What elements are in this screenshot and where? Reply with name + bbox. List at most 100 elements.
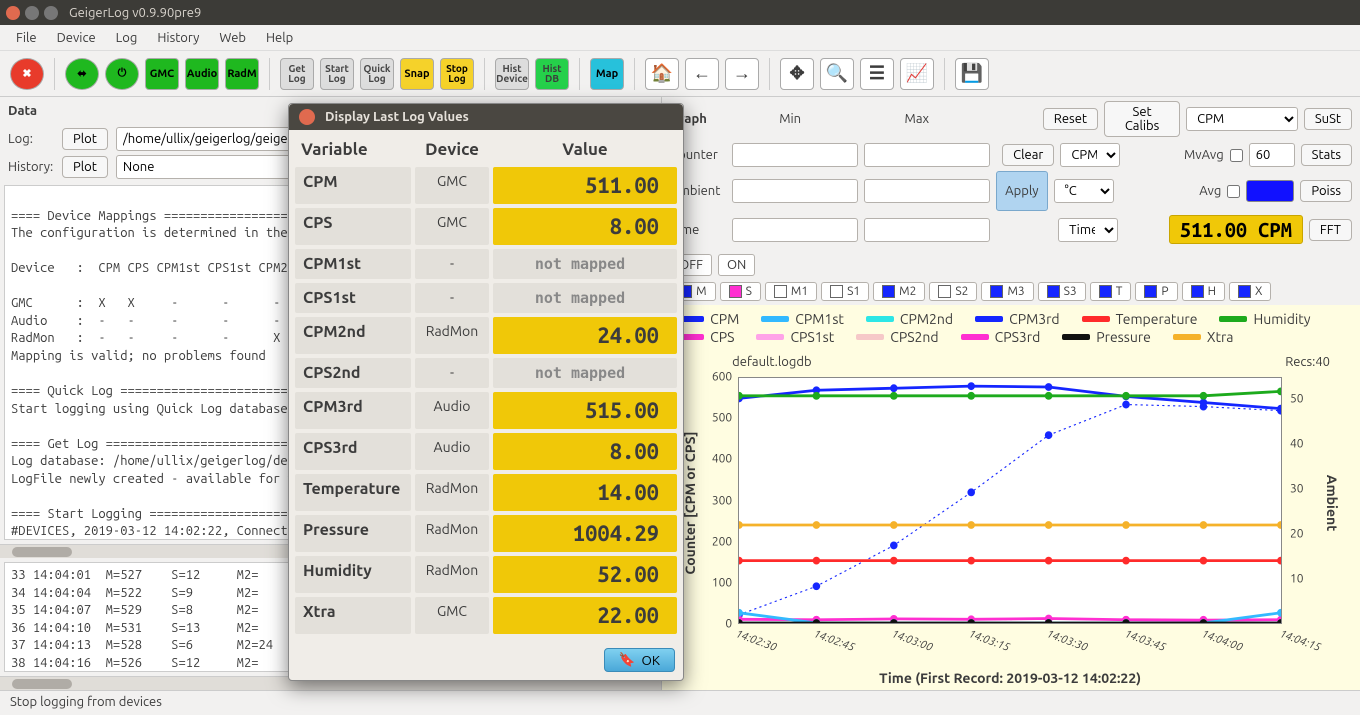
sust-button[interactable]: SuSt (1304, 108, 1352, 130)
quick-log-button[interactable]: QuickLog (360, 58, 394, 90)
pan-icon[interactable]: ✥ (780, 58, 814, 90)
legend-temperature: Temperature (1082, 311, 1198, 327)
series-toggle-m3[interactable]: M3 (981, 282, 1033, 301)
window-close-icon[interactable] (6, 6, 20, 20)
avg-color-swatch[interactable] (1246, 180, 1294, 202)
avg-label: Avg (1199, 184, 1221, 198)
series-toggle-x[interactable]: X (1229, 282, 1271, 301)
y-right-label: Ambient (1324, 453, 1340, 553)
legend-humidity: Humidity (1219, 311, 1310, 327)
sliders-icon[interactable]: ☰ (860, 58, 894, 90)
series-toggle-s1[interactable]: S1 (821, 282, 869, 301)
ambient-max-input[interactable] (864, 179, 990, 203)
start-log-button[interactable]: StartLog (320, 58, 354, 90)
hist-device-button[interactable]: HistDevice (495, 58, 529, 90)
legend-cpm3rd: CPM3rd (975, 311, 1060, 327)
home-icon[interactable]: 🏠 (645, 58, 679, 90)
fft-button[interactable]: FFT (1309, 219, 1352, 241)
plot-log-button[interactable]: Plot (62, 128, 108, 150)
value-row-pressure: PressureRadMon1004.29 (295, 515, 677, 552)
menubar: FileDeviceLogHistoryWebHelp (0, 25, 1360, 51)
mvavg-checkbox[interactable] (1230, 149, 1243, 162)
ambient-min-input[interactable] (732, 179, 858, 203)
series-toggle-s2[interactable]: S2 (929, 282, 977, 301)
chart-plot[interactable] (738, 377, 1282, 624)
mvavg-value-input[interactable] (1249, 143, 1295, 167)
value-row-cps3rd: CPS3rdAudio8.00 (295, 433, 677, 470)
time-max-input[interactable] (864, 218, 990, 242)
time-unit-select[interactable]: Time (1058, 218, 1118, 242)
map-button[interactable]: Map (590, 58, 624, 90)
series-toggle-m1[interactable]: M1 (765, 282, 817, 301)
menu-log[interactable]: Log (106, 29, 148, 47)
temp-unit-select[interactable]: °C (1054, 179, 1114, 203)
series-toggle-t[interactable]: T (1090, 282, 1132, 301)
min-label: Min (730, 112, 851, 126)
window-maximize-icon[interactable] (44, 6, 58, 20)
max-label: Max (856, 112, 977, 126)
counter-min-input[interactable] (732, 143, 858, 167)
value-row-cps2nd: CPS2nd-not mapped (295, 358, 677, 388)
legend-cps1st: CPS1st (756, 329, 834, 345)
stop-log-button[interactable]: StopLog (440, 58, 474, 90)
poiss-button[interactable]: Poiss (1300, 180, 1352, 202)
menu-help[interactable]: Help (256, 29, 303, 47)
save-icon[interactable]: 💾 (955, 58, 989, 90)
col-variable: Variable (295, 136, 411, 163)
window-titlebar: GeigerLog v0.9.90pre9 (0, 0, 1360, 25)
zoom-icon[interactable]: 🔍 (820, 58, 854, 90)
cpm-unit-select[interactable]: CPM (1060, 143, 1120, 167)
gmc-button[interactable]: GMC (145, 58, 179, 90)
stats-button[interactable]: Stats (1301, 144, 1352, 166)
chart-icon[interactable]: 📈 (900, 58, 934, 90)
value-row-cps1st: CPS1st-not mapped (295, 283, 677, 313)
series-toggle-p[interactable]: P (1135, 282, 1177, 301)
time-min-input[interactable] (732, 218, 858, 242)
get-log-button[interactable]: GetLog (280, 58, 314, 90)
menu-file[interactable]: File (6, 29, 47, 47)
quit-button[interactable]: ✖ (10, 58, 44, 90)
status-text: Stop logging from devices (10, 695, 162, 709)
back-icon[interactable]: ← (685, 58, 719, 90)
apply-button[interactable]: Apply (996, 171, 1047, 211)
menu-history[interactable]: History (147, 29, 209, 47)
connect-button[interactable]: ⬌ (65, 58, 99, 90)
series-toggle-h[interactable]: H (1182, 282, 1225, 301)
menu-device[interactable]: Device (47, 29, 106, 47)
dialog-close-icon[interactable] (299, 109, 315, 125)
series-on-button[interactable]: ON (718, 254, 755, 276)
status-bar: Stop logging from devices (0, 690, 1360, 715)
series-toggle-s[interactable]: S (720, 282, 761, 301)
toolbar: ✖ ⬌ ⏻ GMC Audio RadM GetLog StartLog Qui… (0, 51, 1360, 97)
audio-button[interactable]: Audio (185, 58, 219, 90)
history-label: History: (8, 160, 54, 174)
menu-web[interactable]: Web (209, 29, 256, 47)
cpm-metric-select[interactable]: CPM (1186, 107, 1298, 131)
value-row-cpm3rd: CPM3rdAudio515.00 (295, 392, 677, 429)
radm-button[interactable]: RadM (225, 58, 259, 90)
series-toggle-row: OFF ON MSM1S1M2S2M3S3TPHX (662, 250, 1360, 305)
log-label: Log: (8, 132, 54, 146)
set-calibs-button[interactable]: Set Calibs (1104, 101, 1180, 137)
plot-history-button[interactable]: Plot (62, 156, 108, 178)
power-button[interactable]: ⏻ (105, 58, 139, 90)
legend-cps3rd: CPS3rd (961, 329, 1041, 345)
reset-button[interactable]: Reset (1043, 108, 1098, 130)
value-row-xtra: XtraGMC22.00 (295, 597, 677, 634)
ok-icon: 🔖 (619, 652, 636, 668)
value-row-cpm: CPMGMC511.00 (295, 167, 677, 204)
chart-legend: CPMCPM1stCPM2ndCPM3rdTemperatureHumidity… (662, 305, 1360, 351)
avg-checkbox[interactable] (1227, 185, 1240, 198)
x-axis-label: Time (First Record: 2019-03-12 14:02:22) (738, 670, 1282, 686)
value-row-cpm1st: CPM1st-not mapped (295, 249, 677, 279)
series-toggle-s3[interactable]: S3 (1038, 282, 1086, 301)
window-minimize-icon[interactable] (25, 6, 39, 20)
forward-icon[interactable]: → (725, 58, 759, 90)
dialog-ok-button[interactable]: 🔖 OK (604, 648, 675, 672)
hist-db-button[interactable]: HistDB (535, 58, 569, 90)
counter-max-input[interactable] (864, 143, 990, 167)
snap-button[interactable]: Snap (400, 58, 434, 90)
series-toggle-m2[interactable]: M2 (873, 282, 925, 301)
col-value: Value (493, 136, 677, 163)
clear-button[interactable]: Clear (1002, 144, 1054, 166)
